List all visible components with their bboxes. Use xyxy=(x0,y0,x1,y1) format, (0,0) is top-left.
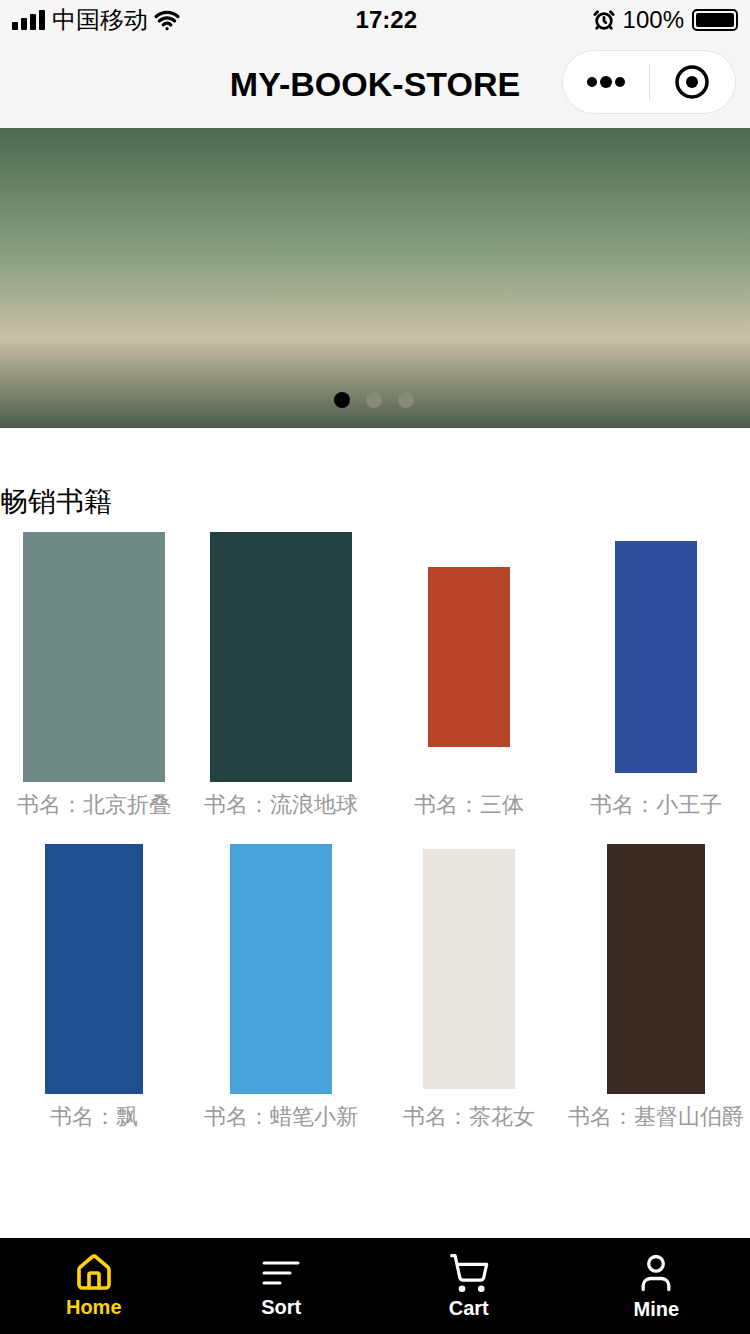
book-card[interactable]: 书名：流浪地球 xyxy=(188,532,376,828)
book-title: 书名：蜡笔小新 xyxy=(200,1094,362,1140)
carrier: 中国移动 xyxy=(52,2,148,38)
signal-icon xyxy=(12,10,46,30)
book-cover xyxy=(45,844,143,1094)
tab-label: Cart xyxy=(449,1296,489,1320)
book-cover xyxy=(230,844,332,1094)
book-title: 书名：流浪地球 xyxy=(200,782,362,828)
book-card[interactable]: 书名：茶花女 xyxy=(375,844,563,1140)
book-cover xyxy=(423,849,515,1089)
more-button[interactable] xyxy=(563,76,649,88)
cart-icon xyxy=(448,1252,490,1294)
battery-text: 100% xyxy=(623,2,684,38)
close-button[interactable] xyxy=(650,64,736,100)
more-icon xyxy=(586,76,626,88)
book-title: 书名：北京折叠 xyxy=(13,782,175,828)
book-title: 书名：飘 xyxy=(46,1094,142,1140)
tab-bar: Home Sort Cart Mine xyxy=(0,1238,750,1334)
app: 中国移动17:22100%MY-BOOK-STORE畅销书籍书名：北京折叠书名：… xyxy=(0,0,750,1334)
banner-dot[interactable] xyxy=(334,392,350,408)
tab-item[interactable]: Sort xyxy=(188,1238,376,1334)
book-card[interactable]: 书名：北京折叠 xyxy=(0,532,188,828)
book-card[interactable]: 书名：小王子 xyxy=(563,532,750,828)
book-cover xyxy=(210,532,352,782)
banner-dot[interactable] xyxy=(398,392,414,408)
home-icon xyxy=(74,1253,114,1293)
banner-dot[interactable] xyxy=(366,392,382,408)
banner[interactable] xyxy=(0,128,750,428)
tab-item[interactable]: Mine xyxy=(563,1238,750,1334)
book-grid: 书名：北京折叠书名：流浪地球 书名：三体 书名：小王子书名：飘 书名：蜡笔小新书名：茶… xyxy=(0,532,750,1140)
book-card[interactable]: 书名：飘 xyxy=(0,844,188,1140)
book-cover xyxy=(615,541,697,773)
book-card[interactable]: 书名：基督山伯爵 xyxy=(563,844,750,1140)
book-card[interactable]: 书名：蜡笔小新 xyxy=(188,844,376,1140)
capsule xyxy=(562,50,736,114)
book-title: 书名：基督山伯爵 xyxy=(564,1094,748,1140)
book-title: 书名：三体 xyxy=(410,782,528,828)
sort-icon xyxy=(261,1253,301,1293)
book-cover xyxy=(23,532,165,782)
book-title: 书名：小王子 xyxy=(586,782,726,828)
alarm-icon xyxy=(593,9,615,31)
tab-item[interactable]: Home xyxy=(0,1238,188,1334)
battery-icon xyxy=(692,9,738,31)
book-cover xyxy=(428,567,510,747)
book-title: 书名：茶花女 xyxy=(399,1094,539,1140)
book-card[interactable]: 书名：三体 xyxy=(375,532,563,828)
tab-label: Home xyxy=(66,1295,122,1319)
tab-label: Mine xyxy=(633,1297,679,1321)
status-bar: 中国移动 17:22 100% xyxy=(0,0,750,40)
tab-item[interactable]: Cart xyxy=(375,1238,563,1334)
wifi-icon xyxy=(154,7,180,33)
book-cover xyxy=(607,844,705,1094)
user-icon xyxy=(634,1251,678,1295)
tab-label: Sort xyxy=(261,1295,301,1319)
section-title: 畅销书籍 xyxy=(0,428,750,532)
time: 17:22 xyxy=(356,2,417,38)
nav-bar: MY-BOOK-STORE xyxy=(0,40,750,128)
content: 畅销书籍书名：北京折叠书名：流浪地球 书名：三体 书名：小王子书名：飘 书名：蜡笔小新… xyxy=(0,428,750,1238)
target-icon xyxy=(674,64,710,100)
